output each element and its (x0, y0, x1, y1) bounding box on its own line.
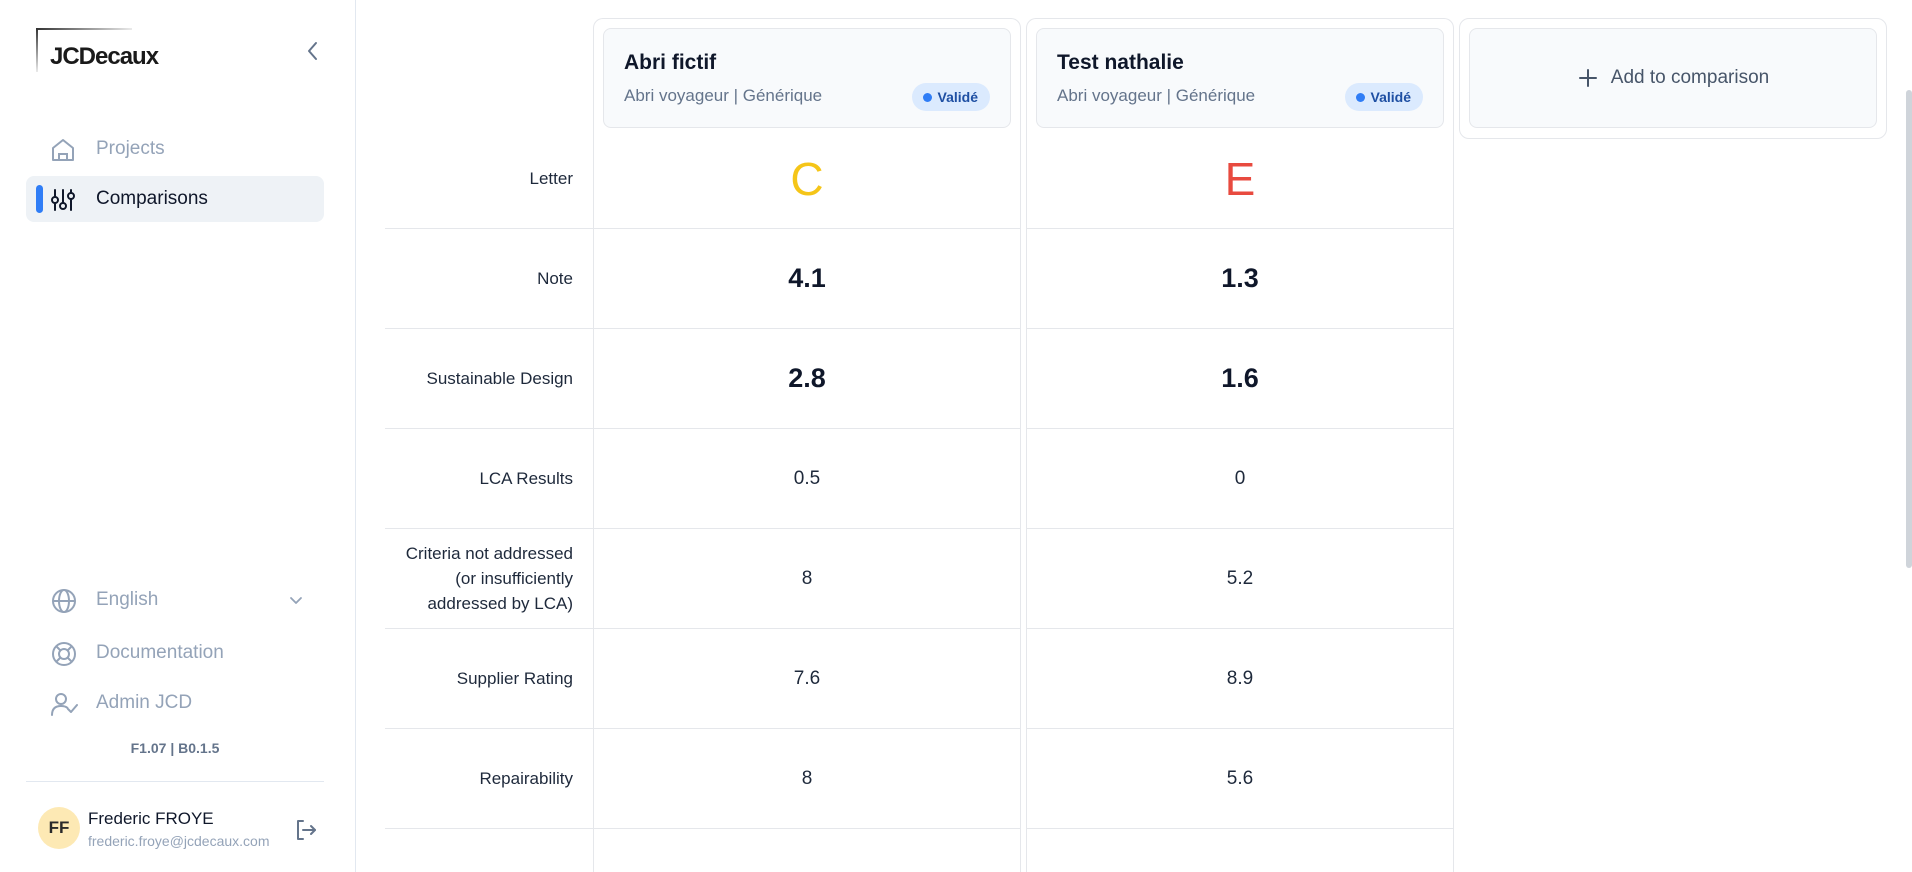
avatar[interactable]: FF (38, 807, 80, 849)
product-subtitle: Abri voyageur | Générique (624, 86, 823, 105)
note-value: 1.3 (1027, 229, 1453, 329)
logo-bar-top (36, 28, 132, 30)
collapse-sidebar-button[interactable] (300, 38, 326, 64)
product-card[interactable]: Test nathalie Abri voyageur | Générique … (1036, 28, 1444, 128)
nav-comparisons-label: Comparisons (96, 188, 208, 209)
documentation-label: Documentation (96, 642, 224, 663)
sustainable-design-value: 2.8 (594, 329, 1020, 429)
globe-icon (52, 589, 76, 613)
chevron-left-icon (308, 42, 317, 60)
criteria-not-addressed-value: 8 (594, 529, 1020, 629)
add-to-comparison-label: Add to comparison (1610, 67, 1770, 88)
comparison-main: Letter Note Sustainable Design LCA Resul… (356, 0, 1912, 872)
nav-comparisons[interactable]: Comparisons (26, 176, 324, 222)
criteria-not-addressed-value: 5.2 (1027, 529, 1453, 629)
home-icon (52, 139, 74, 161)
lca-results-value: 0 (1027, 429, 1453, 529)
chevron-down-icon (290, 597, 302, 604)
lca-results-value: 0.5 (594, 429, 1020, 529)
status-badge: Validé (1344, 83, 1423, 111)
product-column: Abri fictif Abri voyageur | Générique Va… (593, 18, 1021, 872)
plus-icon (1578, 69, 1597, 87)
status-label: Validé (1370, 89, 1411, 105)
add-column: Add to comparison (1459, 18, 1887, 139)
row-label-supplier-rating: Supplier Rating (385, 629, 593, 729)
sliders-icon (51, 189, 75, 211)
repairability-value: 8 (594, 729, 1020, 829)
scrollbar[interactable] (1906, 90, 1912, 568)
product-column: Test nathalie Abri voyageur | Générique … (1026, 18, 1454, 872)
row-label-note: Note (385, 229, 593, 329)
logout-button[interactable] (292, 816, 320, 844)
language-selector[interactable]: English (26, 580, 324, 620)
jcdecaux-logo[interactable]: JCDecaux (36, 28, 166, 76)
row-label-lca-results: LCA Results (385, 429, 593, 529)
documentation-link[interactable]: Documentation (26, 633, 324, 673)
version-text: F1.07 | B0.1.5 (130, 740, 220, 756)
status-badge: Validé (911, 83, 990, 111)
sidebar: JCDecaux Projects Comparisons English Do… (0, 0, 356, 872)
supplier-rating-value: 8.9 (1027, 629, 1453, 729)
status-dot (922, 93, 932, 102)
row-label-criteria-not-addressed: Criteria not addressed (or insufficientl… (385, 529, 593, 629)
product-name: Test nathalie (1057, 51, 1184, 74)
repairability-value: 5.6 (1027, 729, 1453, 829)
supplier-rating-value: 7.6 (594, 629, 1020, 729)
active-indicator (36, 185, 43, 213)
admin-link[interactable]: Admin JCD (26, 683, 324, 723)
nav-projects-label: Projects (96, 138, 165, 159)
product-name: Abri fictif (624, 51, 717, 74)
status-dot (1355, 93, 1365, 102)
status-label: Validé (937, 89, 978, 105)
note-value: 4.1 (594, 229, 1020, 329)
app: JCDecaux Projects Comparisons English Do… (0, 0, 1912, 872)
row-label-sustainable-design: Sustainable Design (385, 329, 593, 429)
user-name: Frederic FROYE (88, 809, 214, 828)
sustainable-design-value: 1.6 (1027, 329, 1453, 429)
lifebuoy-icon (52, 642, 76, 666)
logo-text: JCDecaux (50, 43, 159, 70)
nav-projects[interactable]: Projects (26, 126, 324, 172)
logo-bar-left (36, 28, 38, 72)
row-label-repairability: Repairability (385, 729, 593, 829)
letter-value: C (594, 129, 1020, 229)
admin-label: Admin JCD (96, 692, 193, 713)
row-label-letter: Letter (385, 129, 593, 229)
logout-icon (297, 820, 316, 840)
product-subtitle: Abri voyageur | Générique (1057, 86, 1256, 105)
user-email: frederic.froye@jcdecaux.com (88, 833, 270, 849)
letter-value: E (1027, 129, 1453, 229)
add-to-comparison-button[interactable]: Add to comparison (1469, 28, 1877, 128)
language-label: English (96, 589, 159, 610)
user-check-icon (51, 693, 78, 716)
product-card[interactable]: Abri fictif Abri voyageur | Générique Va… (603, 28, 1011, 128)
divider (26, 781, 324, 782)
